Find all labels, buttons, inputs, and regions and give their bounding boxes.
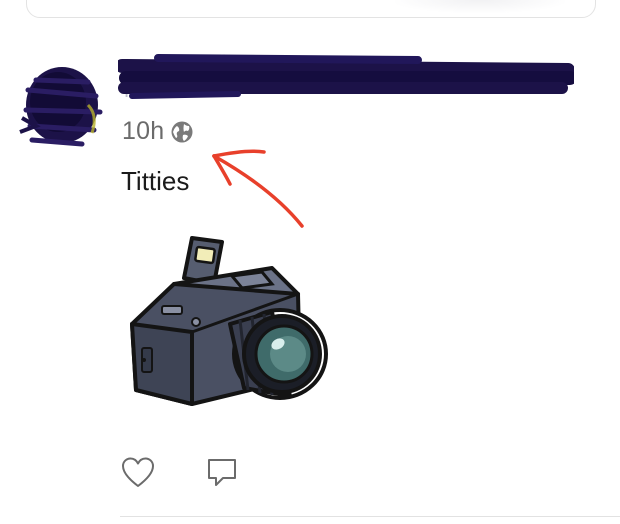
globe-icon: [171, 121, 193, 142]
avatar[interactable]: [18, 60, 108, 154]
post-meta: 10h: [122, 117, 194, 146]
previous-post-card: [26, 0, 596, 18]
annotation-arrow: [212, 149, 304, 228]
timestamp[interactable]: 10h: [122, 117, 164, 146]
card-shadow: [395, 0, 565, 13]
comment-icon[interactable]: [204, 455, 240, 491]
camera-sticker[interactable]: [122, 228, 334, 416]
post-actions: [120, 455, 240, 491]
post-divider: [120, 516, 620, 517]
post-text: Titties: [121, 166, 190, 196]
heart-icon[interactable]: [120, 455, 156, 491]
author-name-redaction: [118, 54, 574, 99]
